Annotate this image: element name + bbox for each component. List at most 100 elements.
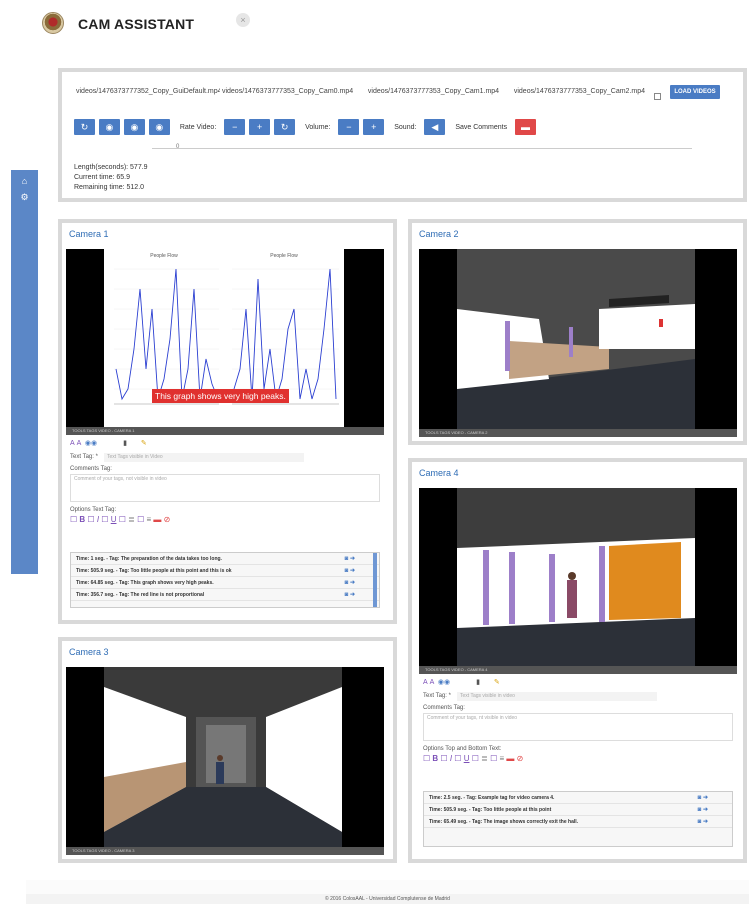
stop-icon[interactable]: ◉ [148, 119, 170, 135]
camera-3-video[interactable] [66, 667, 384, 847]
trash-icon[interactable]: ▮ [476, 679, 480, 686]
gears-icon[interactable]: ⚙ [11, 192, 38, 203]
rate-decrease-button[interactable]: − [224, 119, 246, 135]
center-icon[interactable]: ≡ [499, 754, 504, 763]
chart-left-title: People Flow [150, 253, 178, 259]
font-tools-row: AA ◉◉ ▮ ✎ [70, 439, 384, 447]
rate-reset-button[interactable]: ↻ [274, 119, 296, 135]
select-checkbox[interactable] [654, 88, 661, 106]
text-tag-input[interactable]: Text Tags visible in video [457, 692, 657, 701]
volume-down-button[interactable]: − [338, 119, 360, 135]
camera-2-toolsbar: TOOLS TAGS VIDEO - CAMERA 2 [419, 429, 737, 437]
align-checkbox[interactable]: ☐ [119, 515, 126, 524]
camera-4-toolsbar: TOOLS TAGS VIDEO - CAMERA 4 [419, 666, 737, 674]
camera-4-video[interactable] [419, 488, 737, 666]
font-increase-icon[interactable]: A [70, 440, 75, 447]
tag-overlay-text: This graph shows very high peaks. [152, 389, 289, 403]
save-tag-icon[interactable]: ▬ [506, 754, 514, 763]
sidebar: ⌂ ⚙ [11, 170, 38, 574]
font-decrease-icon[interactable]: A [430, 679, 434, 686]
file-input-0[interactable]: videos/1476373777352_Copy_GuiDefault.mp4 [76, 86, 220, 98]
close-icon[interactable]: × [236, 13, 250, 27]
rate-increase-button[interactable]: + [249, 119, 271, 135]
chart-right-title: People Flow [270, 253, 298, 259]
text-tag-label: Text Tag: * [70, 454, 98, 460]
file-input-2[interactable]: videos/1476373777353_Copy_Cam1.mp4 [368, 86, 512, 98]
tag-actions-icon[interactable]: ◙ ➜ [345, 577, 355, 589]
file-input-3[interactable]: videos/1476373777353_Copy_Cam2.mp4 [514, 86, 658, 98]
comments-textarea[interactable]: Comment of your tags, not visible in vid… [70, 474, 380, 502]
italic-checkbox[interactable]: ☐ [440, 754, 447, 763]
tag-actions-icon[interactable]: ◙ ➜ [698, 804, 708, 816]
tag-actions-icon[interactable]: ◙ ➜ [698, 792, 708, 804]
italic-icon[interactable]: I [450, 754, 452, 763]
tag-row[interactable]: Time: 65.49 seg. - Tag: The image shows … [424, 816, 732, 828]
tag-actions-icon[interactable]: ◙ ➜ [345, 553, 355, 565]
tag-list-scrollbar[interactable] [373, 553, 377, 607]
tag-actions-icon[interactable]: ◙ ➜ [345, 565, 355, 577]
camera-4-panel: Camera 4 TOOLS TAGS VIDEO - CAMERA 4 AA … [408, 458, 747, 863]
footer-band [26, 880, 749, 894]
center-checkbox[interactable]: ☐ [490, 754, 497, 763]
refresh-icon[interactable]: ↻ [74, 119, 95, 135]
tag-row[interactable]: Time: 505.9 seg. - Tag: Too little peopl… [71, 565, 379, 577]
options-toolbar: ☐ B ☐ I ☐ U ☐ ≣ ☐ ≡ ▬ ⊘ [423, 754, 737, 763]
underline-icon[interactable]: U [111, 515, 117, 524]
tag-icon[interactable]: ✎ [141, 440, 147, 447]
file-input-1[interactable]: videos/1476373777353_Copy_Cam0.mp4 [222, 86, 366, 98]
tag-text: Time: 65.49 seg. - Tag: The image shows … [429, 819, 579, 825]
bold-checkbox[interactable]: ☐ [70, 515, 77, 524]
text-tag-input[interactable]: Text Tags visible in Video [104, 453, 304, 462]
tag-row[interactable]: Time: 64.85 seg. - Tag: This graph shows… [71, 577, 379, 589]
bold-checkbox[interactable]: ☐ [423, 754, 430, 763]
load-videos-button[interactable]: LOAD VIDEOS [670, 85, 720, 99]
italic-checkbox[interactable]: ☐ [87, 515, 94, 524]
align-icon[interactable]: ≣ [481, 754, 488, 763]
tag-actions-icon[interactable]: ◙ ➜ [345, 589, 355, 601]
play-icon[interactable]: ◉ [98, 119, 120, 135]
save-icon[interactable]: ▬ [515, 119, 537, 135]
footer: © 2016 ColosAAL - Universidad Complutens… [26, 894, 749, 904]
text-tag-label: Text Tag: * [423, 693, 451, 699]
camera-2-video[interactable] [419, 249, 737, 429]
align-checkbox[interactable]: ☐ [472, 754, 479, 763]
cancel-icon[interactable]: ⊘ [164, 515, 171, 524]
comments-textarea[interactable]: Comment of your tags, nt visible in vide… [423, 713, 733, 741]
tag-row[interactable]: Time: 356.7 seg. - Tag: The red line is … [71, 589, 379, 601]
font-increase-icon[interactable]: A [423, 679, 428, 686]
camera-1-toolsbar: TOOLS TAGS VIDEO - CAMERA 1 [66, 427, 384, 435]
underline-icon[interactable]: U [464, 754, 470, 763]
italic-icon[interactable]: I [97, 515, 99, 524]
center-icon[interactable]: ≡ [146, 515, 151, 524]
underline-checkbox[interactable]: ☐ [101, 515, 108, 524]
volume-up-button[interactable]: + [363, 119, 385, 135]
save-tag-icon[interactable]: ▬ [153, 515, 161, 524]
trash-icon[interactable]: ▮ [123, 440, 127, 447]
cancel-icon[interactable]: ⊘ [517, 754, 524, 763]
color-icon[interactable]: ◉◉ [85, 440, 97, 447]
camera-1-video[interactable]: People Flow People Flow This graph shows… [66, 249, 384, 427]
bold-icon[interactable]: B [432, 754, 438, 763]
tag-icon[interactable]: ✎ [494, 679, 500, 686]
bold-icon[interactable]: B [79, 515, 85, 524]
align-icon[interactable]: ≣ [128, 515, 135, 524]
underline-checkbox[interactable]: ☐ [454, 754, 461, 763]
pause-icon[interactable]: ◉ [123, 119, 145, 135]
color-icon[interactable]: ◉◉ [438, 679, 450, 686]
comments-label: Comments Tag: [423, 705, 465, 711]
seek-slider-value[interactable]: 0 [176, 144, 179, 150]
seek-slider[interactable]: 0 [152, 144, 692, 150]
center-checkbox[interactable]: ☐ [137, 515, 144, 524]
app-title: CAM ASSISTANT [78, 16, 195, 32]
camera-4-scene [419, 488, 737, 666]
tag-row[interactable]: Time: 2.5 seg. - Tag: Example tag for vi… [424, 792, 732, 804]
speaker-icon[interactable]: ◀ [424, 119, 446, 135]
font-decrease-icon[interactable]: A [77, 440, 81, 447]
camera-4-tag-list: Time: 2.5 seg. - Tag: Example tag for vi… [423, 791, 733, 847]
home-icon[interactable]: ⌂ [11, 176, 38, 186]
tag-text: Time: 356.7 seg. - Tag: The red line is … [76, 592, 205, 598]
comments-label: Comments Tag: [70, 466, 112, 472]
tag-row[interactable]: Time: 1 seg. - Tag: The preparation of t… [71, 553, 379, 565]
tag-actions-icon[interactable]: ◙ ➜ [698, 816, 708, 828]
tag-row[interactable]: Time: 505.9 seg. - Tag: Too little peopl… [424, 804, 732, 816]
